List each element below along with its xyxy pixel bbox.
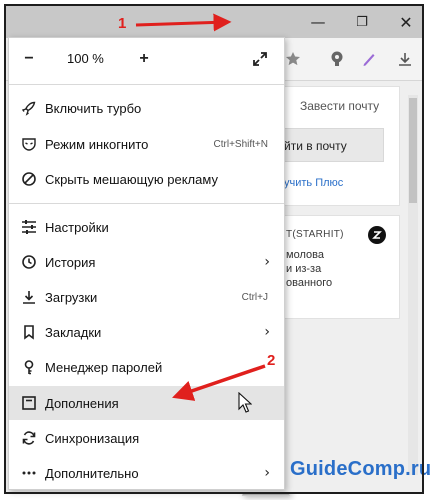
arrow-to-menu-button [135, 13, 232, 32]
watermark: GuideComp.ru [290, 458, 430, 480]
arrow-to-extensions [172, 364, 266, 401]
annotation-arrows [135, 13, 266, 401]
step-2-badge: 2 [267, 352, 276, 369]
step-1-badge: 1 [118, 15, 127, 32]
